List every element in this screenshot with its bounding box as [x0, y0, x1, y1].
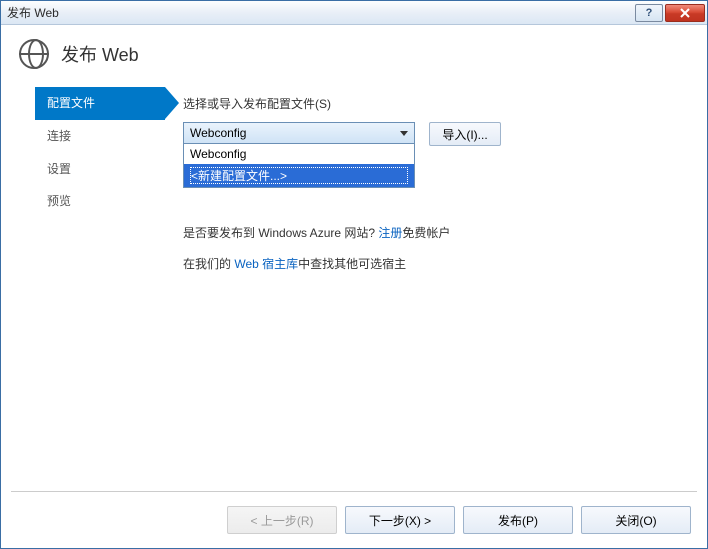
sidebar-item-connection[interactable]: 连接: [35, 120, 165, 153]
close-icon: [678, 8, 692, 18]
prev-button: < 上一步(R): [227, 506, 337, 534]
dialog-header: 发布 Web: [1, 25, 707, 79]
dialog-title: 发布 Web: [61, 41, 139, 67]
sidebar-item-label: 预览: [47, 194, 71, 208]
help-button[interactable]: ?: [635, 4, 663, 22]
web-host-gallery-link[interactable]: Web 宿主库: [234, 257, 298, 271]
profile-option-label: <新建配置文件...>: [190, 167, 408, 184]
dialog-body: 配置文件 连接 设置 预览 选择或导入发布配置文件(S) Webconfig: [1, 79, 707, 491]
import-button[interactable]: 导入(I)...: [429, 122, 501, 146]
chevron-down-icon: [400, 131, 408, 136]
profile-option-label: Webconfig: [190, 147, 246, 161]
profile-option[interactable]: Webconfig: [184, 144, 414, 164]
sidebar: 配置文件 连接 设置 预览: [35, 87, 165, 491]
next-button[interactable]: 下一步(X) >: [345, 506, 455, 534]
host-text: 在我们的 Web 宿主库中查找其他可选宿主: [183, 255, 689, 272]
dialog-footer: < 上一步(R) 下一步(X) > 发布(P) 关闭(O): [11, 491, 697, 548]
azure-register-link[interactable]: 注册: [378, 226, 402, 240]
profile-dropdown-wrap: Webconfig Webconfig <新建配置文件...>: [183, 122, 415, 144]
profile-dropdown-list: Webconfig <新建配置文件...>: [183, 144, 415, 188]
close-window-button[interactable]: [665, 4, 705, 22]
titlebar: 发布 Web ?: [1, 1, 707, 25]
host-suffix: 中查找其他可选宿主: [298, 257, 406, 271]
globe-icon: [19, 39, 49, 69]
sidebar-item-label: 设置: [47, 162, 71, 176]
sidebar-item-settings[interactable]: 设置: [35, 153, 165, 186]
profile-label: 选择或导入发布配置文件(S): [183, 95, 689, 112]
sidebar-item-profile[interactable]: 配置文件: [35, 87, 165, 120]
publish-button-label: 发布(P): [498, 512, 538, 529]
sidebar-item-preview[interactable]: 预览: [35, 185, 165, 218]
next-button-label: 下一步(X) >: [369, 512, 431, 529]
import-button-label: 导入(I)...: [442, 126, 487, 143]
main-panel: 选择或导入发布配置文件(S) Webconfig Webconfig <新建配置…: [183, 87, 689, 491]
azure-text: 是否要发布到 Windows Azure 网站? 注册免费帐户: [183, 224, 689, 241]
titlebar-buttons: ?: [635, 4, 705, 22]
titlebar-text: 发布 Web: [7, 4, 635, 21]
sidebar-item-label: 配置文件: [47, 96, 95, 110]
dialog-window: 发布 Web ? 发布 Web 配置文件 连接 设置: [0, 0, 708, 549]
azure-suffix: 免费帐户: [402, 226, 450, 240]
close-button[interactable]: 关闭(O): [581, 506, 691, 534]
prev-button-label: < 上一步(R): [250, 512, 313, 529]
publish-button[interactable]: 发布(P): [463, 506, 573, 534]
close-button-label: 关闭(O): [615, 512, 656, 529]
profile-option-new[interactable]: <新建配置文件...>: [184, 164, 414, 187]
profile-combo[interactable]: Webconfig: [183, 122, 415, 144]
sidebar-item-label: 连接: [47, 129, 71, 143]
host-prefix: 在我们的: [183, 257, 234, 271]
profile-row: Webconfig Webconfig <新建配置文件...> 导入(I)...: [183, 122, 689, 146]
profile-selected-value: Webconfig: [190, 126, 246, 140]
azure-prefix: 是否要发布到 Windows Azure 网站?: [183, 226, 378, 240]
